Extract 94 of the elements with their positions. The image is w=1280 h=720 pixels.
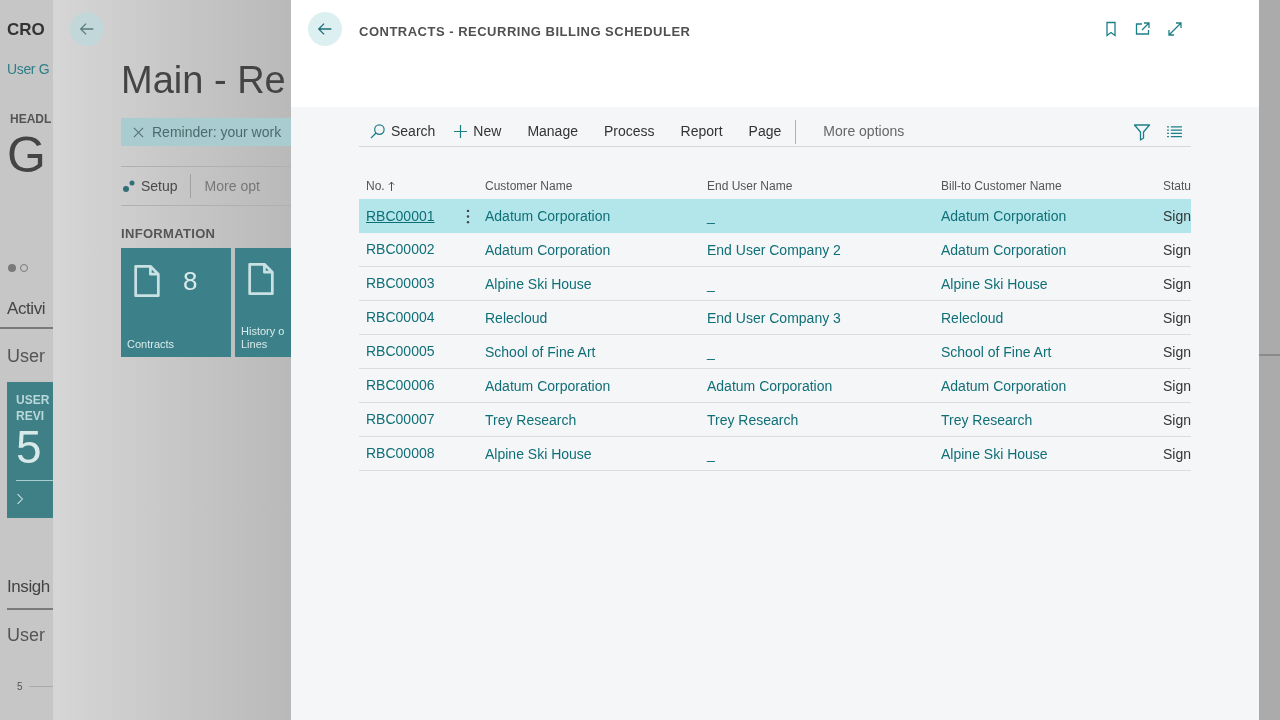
record-link[interactable]: RBC00003	[366, 273, 435, 294]
cue-tile[interactable]: History o Lines	[235, 247, 291, 357]
table-cell-link[interactable]: Alpine Ski House	[485, 275, 592, 292]
open-new-window-icon[interactable]	[1135, 21, 1151, 37]
page-title: Main - Re	[121, 58, 286, 102]
table-cell-link[interactable]: End User Company 2	[707, 241, 841, 258]
record-link[interactable]: RBC00001	[366, 205, 435, 227]
table-cell-link[interactable]: _	[707, 275, 715, 292]
tile-title: USER	[16, 392, 51, 408]
document-icon	[133, 264, 161, 298]
table-cell-link[interactable]: Alpine Ski House	[941, 275, 1048, 292]
table-cell-link[interactable]: Trey Research	[485, 411, 577, 428]
arrow-left-icon	[78, 20, 96, 38]
table-cell: Sign	[1163, 445, 1191, 462]
table-cell-link[interactable]: End User Company 3	[707, 309, 841, 326]
column-header[interactable]: Statu	[1163, 177, 1191, 195]
table-cell-link[interactable]: Adatum Corporation	[941, 377, 1067, 394]
column-header[interactable]: End User Name	[707, 177, 793, 195]
section-title: INFORMATION	[121, 225, 216, 243]
table-cell: Sign	[1163, 241, 1191, 258]
tile-label: Contracts	[127, 337, 175, 351]
sort-arrow-icon[interactable]	[387, 180, 395, 192]
toolbar-button[interactable]: Page	[748, 118, 782, 145]
back-button[interactable]	[308, 12, 342, 46]
document-icon	[247, 261, 275, 296]
table-cell-link[interactable]: Relecloud	[485, 309, 548, 326]
table-cell-link[interactable]: Adatum Corporation	[941, 241, 1067, 258]
column-header[interactable]: No.	[366, 177, 385, 195]
tile-title: REVI	[16, 408, 45, 424]
arrow-left-icon	[316, 20, 334, 38]
selected-row[interactable]: RBC00001 Adatum Corporation _ Adatum Corporation Sign	[359, 199, 1191, 233]
tile-label: Lines	[241, 337, 268, 351]
table-cell: Sign	[1163, 377, 1191, 394]
table-cell: Sign	[1163, 208, 1191, 224]
record-link[interactable]: RBC00006	[366, 375, 435, 396]
toolbar-button[interactable]: Process	[603, 118, 655, 145]
dialog-title: CONTRACTS - RECURRING BILLING SCHEDULER	[359, 23, 691, 41]
company-name: CRO	[7, 19, 45, 41]
record-link[interactable]: RBC00004	[366, 307, 435, 328]
table-cell: Sign	[1163, 275, 1191, 292]
table-cell-link[interactable]: Alpine Ski House	[941, 445, 1048, 462]
record-link[interactable]: RBC00002	[366, 239, 435, 260]
close-icon[interactable]	[133, 126, 144, 138]
back-button[interactable]	[70, 12, 104, 46]
section-heading: User	[7, 345, 45, 368]
search-icon	[369, 123, 386, 140]
table-cell-link[interactable]: Trey Research	[941, 411, 1033, 428]
table-cell: Sign	[1163, 411, 1191, 428]
table-cell-link[interactable]: _	[707, 208, 715, 224]
tile-count: 5	[16, 424, 42, 470]
table-cell-link[interactable]: Adatum Corporation	[485, 377, 611, 394]
more-options-button[interactable]: More options	[823, 121, 905, 142]
table-cell: Sign	[1163, 343, 1191, 360]
notification-text: Reminder: your work	[152, 122, 282, 142]
table-cell-link[interactable]: Adatum Corporation	[485, 208, 611, 224]
table-cell-link[interactable]: School of Fine Art	[941, 343, 1052, 360]
list-view-icon[interactable]	[1167, 125, 1182, 138]
insights-tab[interactable]: Insigh	[7, 574, 50, 600]
cue-tile[interactable]: 8 Contracts	[121, 247, 231, 357]
filter-icon[interactable]	[1133, 122, 1151, 141]
section-heading: User	[7, 623, 45, 647]
record-link[interactable]: RBC00005	[366, 341, 435, 362]
bookmark-icon[interactable]	[1103, 21, 1119, 37]
headline-label: HEADL	[10, 110, 52, 128]
expand-icon[interactable]	[1167, 21, 1183, 37]
headline-text: G	[7, 129, 46, 180]
record-link[interactable]: RBC00008	[366, 443, 435, 464]
tile-count: 8	[183, 264, 198, 298]
table-cell-link[interactable]: Adatum Corporation	[485, 241, 611, 258]
table-cell-link[interactable]: Trey Research	[707, 411, 799, 428]
table-cell-link[interactable]: School of Fine Art	[485, 343, 596, 360]
setup-button[interactable]: Setup	[121, 174, 191, 198]
activities-tab[interactable]: Activi	[7, 295, 46, 321]
table-cell-link[interactable]: _	[707, 343, 715, 360]
table-cell-link[interactable]: Alpine Ski House	[485, 445, 592, 462]
toolbar-button[interactable]: Manage	[527, 118, 578, 145]
cue-tile[interactable]: USER REVI 5	[7, 382, 53, 518]
column-header[interactable]: Bill-to Customer Name	[941, 177, 1062, 195]
table-cell-link[interactable]: _	[707, 445, 715, 462]
table-cell: Sign	[1163, 309, 1191, 326]
gears-icon	[121, 178, 137, 194]
plus-icon	[453, 124, 469, 139]
table-cell-link[interactable]: Relecloud	[941, 309, 1004, 326]
toolbar-button[interactable]: Report	[680, 118, 723, 145]
toolbar-button[interactable]: New	[453, 118, 502, 145]
chevron-icon[interactable]	[16, 493, 24, 505]
tile-label: History o	[241, 324, 285, 338]
toolbar-button[interactable]: Search	[369, 118, 436, 145]
record-link[interactable]: RBC00007	[366, 409, 435, 430]
column-header[interactable]: Customer Name	[485, 177, 573, 195]
table-cell-link[interactable]: Adatum Corporation	[941, 208, 1067, 224]
more-icon[interactable]	[466, 208, 470, 224]
table-cell-link[interactable]: Adatum Corporation	[707, 377, 833, 394]
axis-label: 5	[17, 679, 23, 694]
